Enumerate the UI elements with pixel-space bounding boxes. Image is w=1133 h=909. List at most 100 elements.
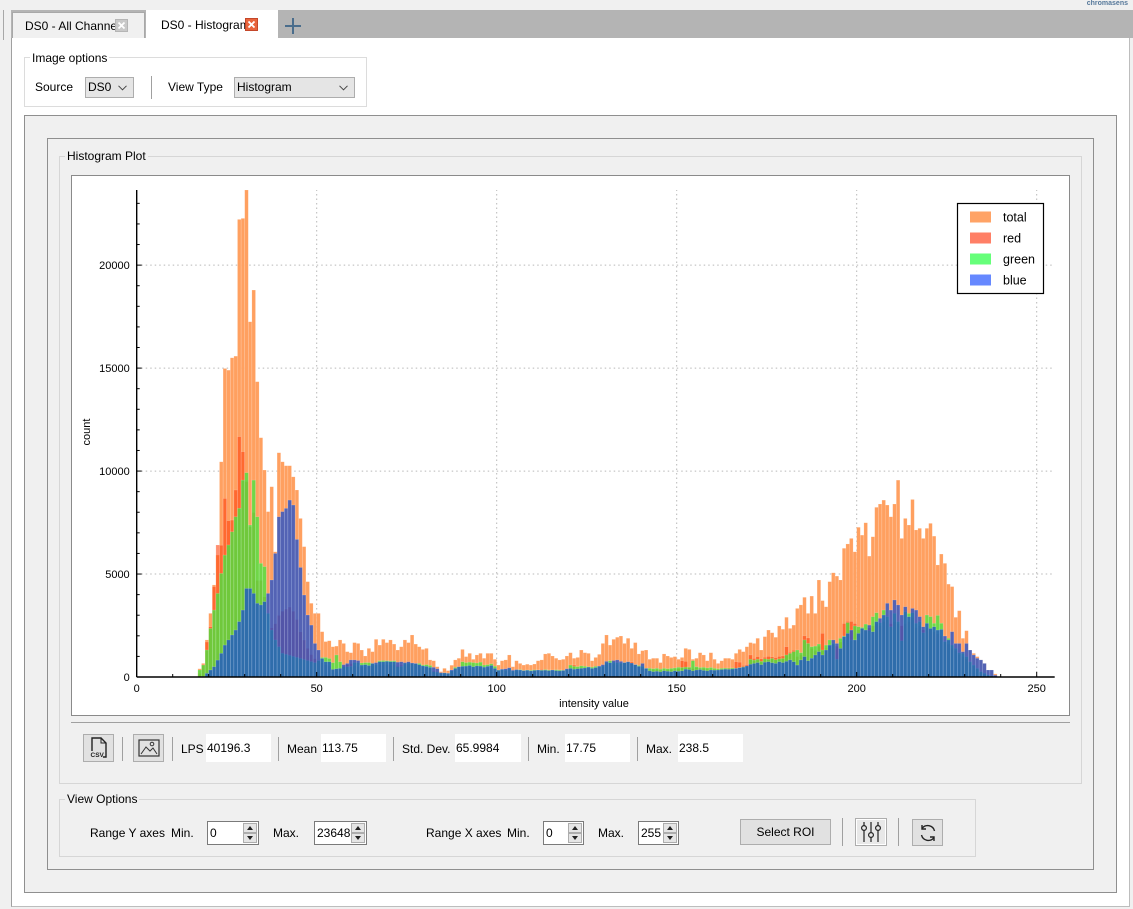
bar-blue — [690, 670, 695, 678]
select-roi-label: Select ROI — [756, 825, 815, 839]
spin-up-button[interactable] — [351, 823, 365, 833]
bar-blue — [399, 661, 404, 678]
bar-blue — [575, 668, 580, 678]
bar-blue — [287, 499, 292, 678]
bar-blue — [626, 661, 631, 678]
bar-blue — [208, 669, 213, 678]
spin-down-button[interactable] — [568, 833, 582, 843]
x-max-spinbox[interactable] — [638, 821, 679, 845]
bar-blue — [284, 508, 289, 678]
y-max-spinbox[interactable] — [314, 821, 367, 845]
bar-blue — [773, 663, 778, 678]
bar-blue — [752, 663, 757, 678]
x-min-input[interactable] — [546, 823, 569, 843]
close-tab-icon[interactable] — [245, 18, 258, 31]
view-type-dropdown[interactable]: Histogram — [234, 77, 355, 98]
x-tick-label: 200 — [848, 683, 866, 695]
bar-blue — [802, 656, 807, 678]
spin-up-button[interactable] — [663, 823, 677, 833]
bar-blue — [424, 666, 429, 678]
arrow-up-icon — [355, 826, 361, 830]
bar-blue — [557, 670, 562, 678]
bar-blue — [788, 659, 793, 678]
bar-blue — [334, 668, 339, 678]
bar-blue — [269, 579, 274, 678]
bar-blue — [528, 670, 533, 678]
tab-histogram[interactable]: DS0 - Histogram — [146, 10, 278, 39]
select-roi-button[interactable]: Select ROI — [740, 819, 831, 845]
bar-blue — [640, 663, 645, 678]
source-dropdown[interactable]: DS0 — [85, 77, 134, 98]
bar-blue — [791, 661, 796, 678]
bar-blue — [251, 593, 256, 678]
max-value — [678, 734, 743, 762]
bar-blue — [960, 651, 965, 678]
separator — [393, 737, 394, 761]
bar-blue — [741, 666, 746, 678]
bar-blue — [852, 639, 857, 678]
bar-blue — [622, 662, 627, 678]
bar-blue — [402, 662, 407, 678]
spin-down-button[interactable] — [243, 833, 257, 843]
settings-button[interactable] — [855, 818, 887, 846]
refresh-button[interactable] — [912, 819, 943, 846]
spin-up-button[interactable] — [243, 823, 257, 833]
y-max-input[interactable] — [317, 823, 352, 843]
bar-blue — [615, 659, 620, 678]
bar-blue — [863, 629, 868, 678]
left-panel-border — [3, 10, 4, 40]
bar-blue — [633, 664, 638, 678]
bar-blue — [532, 670, 537, 678]
y-min-spinbox[interactable] — [207, 821, 259, 845]
bar-blue — [536, 669, 541, 678]
bar-blue — [471, 666, 476, 678]
y-axis-title: count — [81, 419, 93, 446]
bar-blue — [312, 643, 317, 678]
legend-swatch-green — [970, 253, 991, 265]
bar-blue — [546, 670, 551, 678]
range-y-label: Range Y axes — [90, 826, 165, 840]
tab-all-channel[interactable]: DS0 - All Channel — [12, 12, 145, 38]
csv-icon-text: CSV — [90, 752, 104, 759]
bar-blue — [525, 669, 530, 678]
bar-blue — [737, 667, 742, 678]
x-max-input[interactable] — [641, 823, 664, 843]
add-tab-button[interactable] — [283, 16, 303, 36]
bar-blue — [849, 629, 854, 678]
bar-blue — [672, 670, 677, 678]
bar-blue — [975, 658, 980, 678]
bar-blue — [813, 654, 818, 678]
spin-down-button[interactable] — [663, 833, 677, 843]
bar-blue — [363, 664, 368, 678]
bar-blue — [669, 671, 674, 678]
bar-blue — [935, 629, 940, 678]
bar-blue — [914, 609, 919, 678]
mean-value — [321, 734, 386, 762]
bar-blue — [730, 668, 735, 678]
x-tick-label: 250 — [1028, 683, 1046, 695]
y-max-label: Max. — [273, 826, 300, 840]
close-tab-icon[interactable] — [115, 19, 128, 32]
y-tick-label: 20000 — [99, 260, 130, 272]
y-min-label: Min. — [171, 826, 194, 840]
bar-blue — [582, 667, 587, 678]
bar-blue — [658, 671, 663, 678]
bar-green — [208, 628, 213, 678]
save-image-button[interactable] — [133, 734, 164, 762]
legend-label-green: green — [1003, 253, 1035, 267]
bar-blue — [712, 669, 717, 678]
x-tick-label: 100 — [488, 683, 506, 695]
export-csv-button[interactable]: CSV — [83, 734, 114, 762]
bar-blue — [428, 667, 433, 678]
bar-blue — [273, 553, 278, 678]
bar-blue — [255, 603, 260, 678]
x-min-spinbox[interactable] — [543, 821, 584, 845]
csv-file-icon: CSV — [89, 737, 107, 759]
y-min-input[interactable] — [210, 823, 244, 843]
bar-blue — [654, 670, 659, 678]
spin-up-button[interactable] — [568, 823, 582, 833]
bar-blue — [237, 621, 242, 678]
spin-down-button[interactable] — [351, 833, 365, 843]
legend-label-total: total — [1003, 211, 1027, 225]
bar-blue — [240, 609, 245, 678]
